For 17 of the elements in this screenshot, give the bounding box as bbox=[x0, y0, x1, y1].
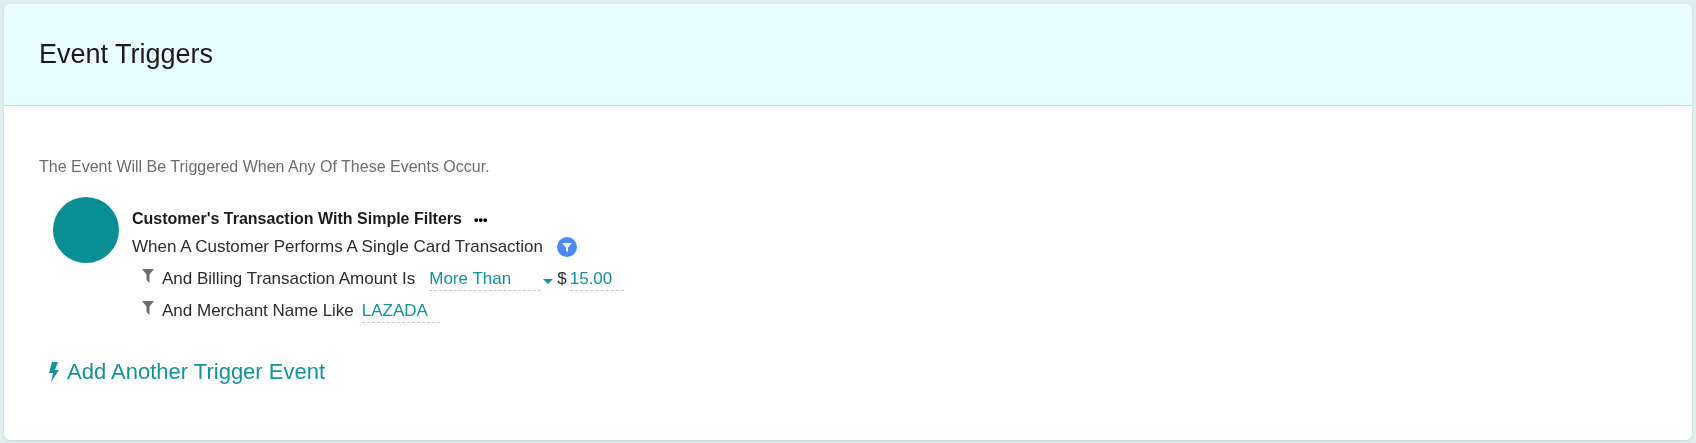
filter-icon[interactable] bbox=[557, 237, 578, 257]
lightning-icon bbox=[49, 361, 59, 382]
filter-icon bbox=[142, 269, 154, 283]
description-text: The Event Will Be Triggered When Any Of These Events Occur. bbox=[39, 157, 491, 177]
amount-field[interactable]: 15.00 bbox=[569, 267, 624, 291]
more-menu-button[interactable]: ••• bbox=[473, 212, 488, 226]
filter-icon bbox=[142, 301, 154, 315]
trigger-description: When A Customer Performs A Single Card Transaction bbox=[132, 236, 544, 259]
merchant-field[interactable]: LAZADA bbox=[361, 299, 440, 323]
caret-icon bbox=[543, 278, 554, 284]
trigger-title: Customer's Transaction With Simple Filters bbox=[132, 209, 462, 229]
add-trigger-link[interactable]: Add Another Trigger Event bbox=[49, 355, 326, 388]
operator-dropdown[interactable]: More Than bbox=[429, 267, 542, 291]
filter-label: And Merchant Name Like bbox=[162, 300, 354, 323]
panel-title: Event Triggers bbox=[39, 38, 214, 72]
currency-symbol: $ bbox=[557, 268, 567, 291]
filter-label: And Billing Transaction Amount Is bbox=[162, 268, 416, 291]
